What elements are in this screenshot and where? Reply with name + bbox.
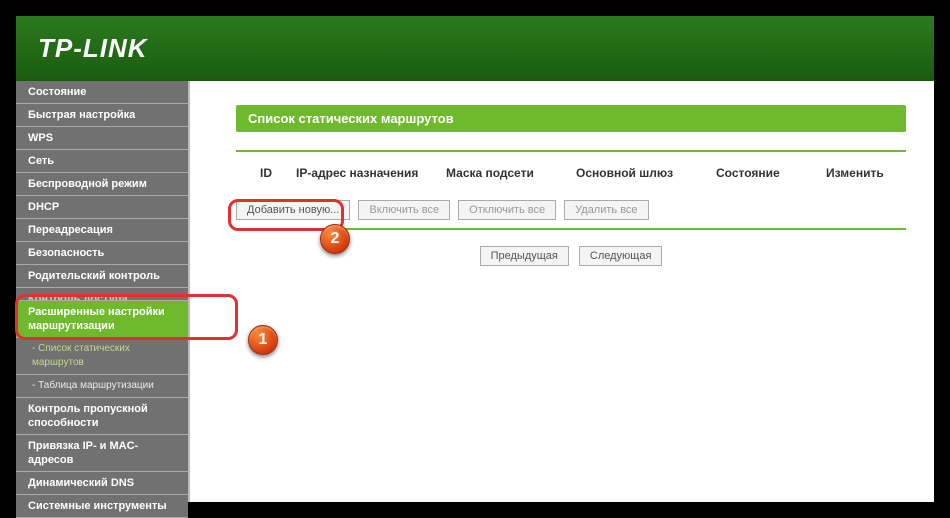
sidebar-item-advanced-routing[interactable]: Расширенные настройки маршрутизации xyxy=(16,301,188,338)
col-ip: IP-адрес назначения xyxy=(296,166,446,180)
sidebar-item-forwarding[interactable]: Переадресация xyxy=(16,219,188,242)
header-bar: TP-LINK xyxy=(16,16,934,81)
sidebar-item-status[interactable]: Состояние xyxy=(16,81,188,104)
table-header: ID IP-адрес назначения Маска подсети Осн… xyxy=(236,162,906,192)
body: Состояние Быстрая настройка WPS Сеть Бес… xyxy=(16,81,934,502)
delete-all-button[interactable]: Удалить все xyxy=(564,200,648,220)
sidebar-item-system-tools[interactable]: Системные инструменты xyxy=(16,495,188,518)
sidebar-item-dhcp[interactable]: DHCP xyxy=(16,196,188,219)
sidebar: Состояние Быстрая настройка WPS Сеть Бес… xyxy=(16,81,190,502)
app-inner: TP-LINK Состояние Быстрая настройка WPS … xyxy=(16,16,934,502)
prev-page-button[interactable]: Предыдущая xyxy=(480,246,569,266)
divider-top xyxy=(236,150,906,152)
next-page-button[interactable]: Следующая xyxy=(579,246,663,266)
enable-all-button[interactable]: Включить все xyxy=(358,200,450,220)
disable-all-button[interactable]: Отключить все xyxy=(458,200,556,220)
content: Список статических маршрутов ID IP-адрес… xyxy=(190,81,934,502)
brand-logo: TP-LINK xyxy=(38,33,148,64)
action-button-row: Добавить новую... Включить все Отключить… xyxy=(236,200,906,220)
col-edit: Изменить xyxy=(826,166,906,180)
col-state: Состояние xyxy=(716,166,826,180)
sidebar-item-quick-setup[interactable]: Быстрая настройка xyxy=(16,104,188,127)
col-gw: Основной шлюз xyxy=(576,166,716,180)
sidebar-subitem-routing-table[interactable]: - Таблица маршрутизации xyxy=(16,375,188,398)
page-title: Список статических маршрутов xyxy=(236,105,906,132)
col-id: ID xyxy=(236,166,296,180)
add-new-button[interactable]: Добавить новую... xyxy=(236,200,350,220)
sidebar-item-security[interactable]: Безопасность xyxy=(16,242,188,265)
sidebar-item-network[interactable]: Сеть xyxy=(16,150,188,173)
sidebar-subitem-static-routes[interactable]: - Список статических маршрутов xyxy=(16,338,188,375)
sidebar-item-parental[interactable]: Родительский контроль xyxy=(16,265,188,288)
sidebar-item-wps[interactable]: WPS xyxy=(16,127,188,150)
sidebar-item-ddns[interactable]: Динамический DNS xyxy=(16,472,188,495)
col-mask: Маска подсети xyxy=(446,166,576,180)
sidebar-item-bandwidth[interactable]: Контроль пропускной способности xyxy=(16,398,188,435)
sidebar-item-ip-mac-binding[interactable]: Привязка IP- и MAC-адресов xyxy=(16,435,188,472)
annotation-marker-2: 2 xyxy=(320,224,350,254)
sidebar-item-wireless[interactable]: Беспроводной режим xyxy=(16,173,188,196)
sidebar-item-access-control[interactable]: Контроль доступа xyxy=(16,288,188,301)
app-frame: TP-LINK Состояние Быстрая настройка WPS … xyxy=(0,0,950,518)
